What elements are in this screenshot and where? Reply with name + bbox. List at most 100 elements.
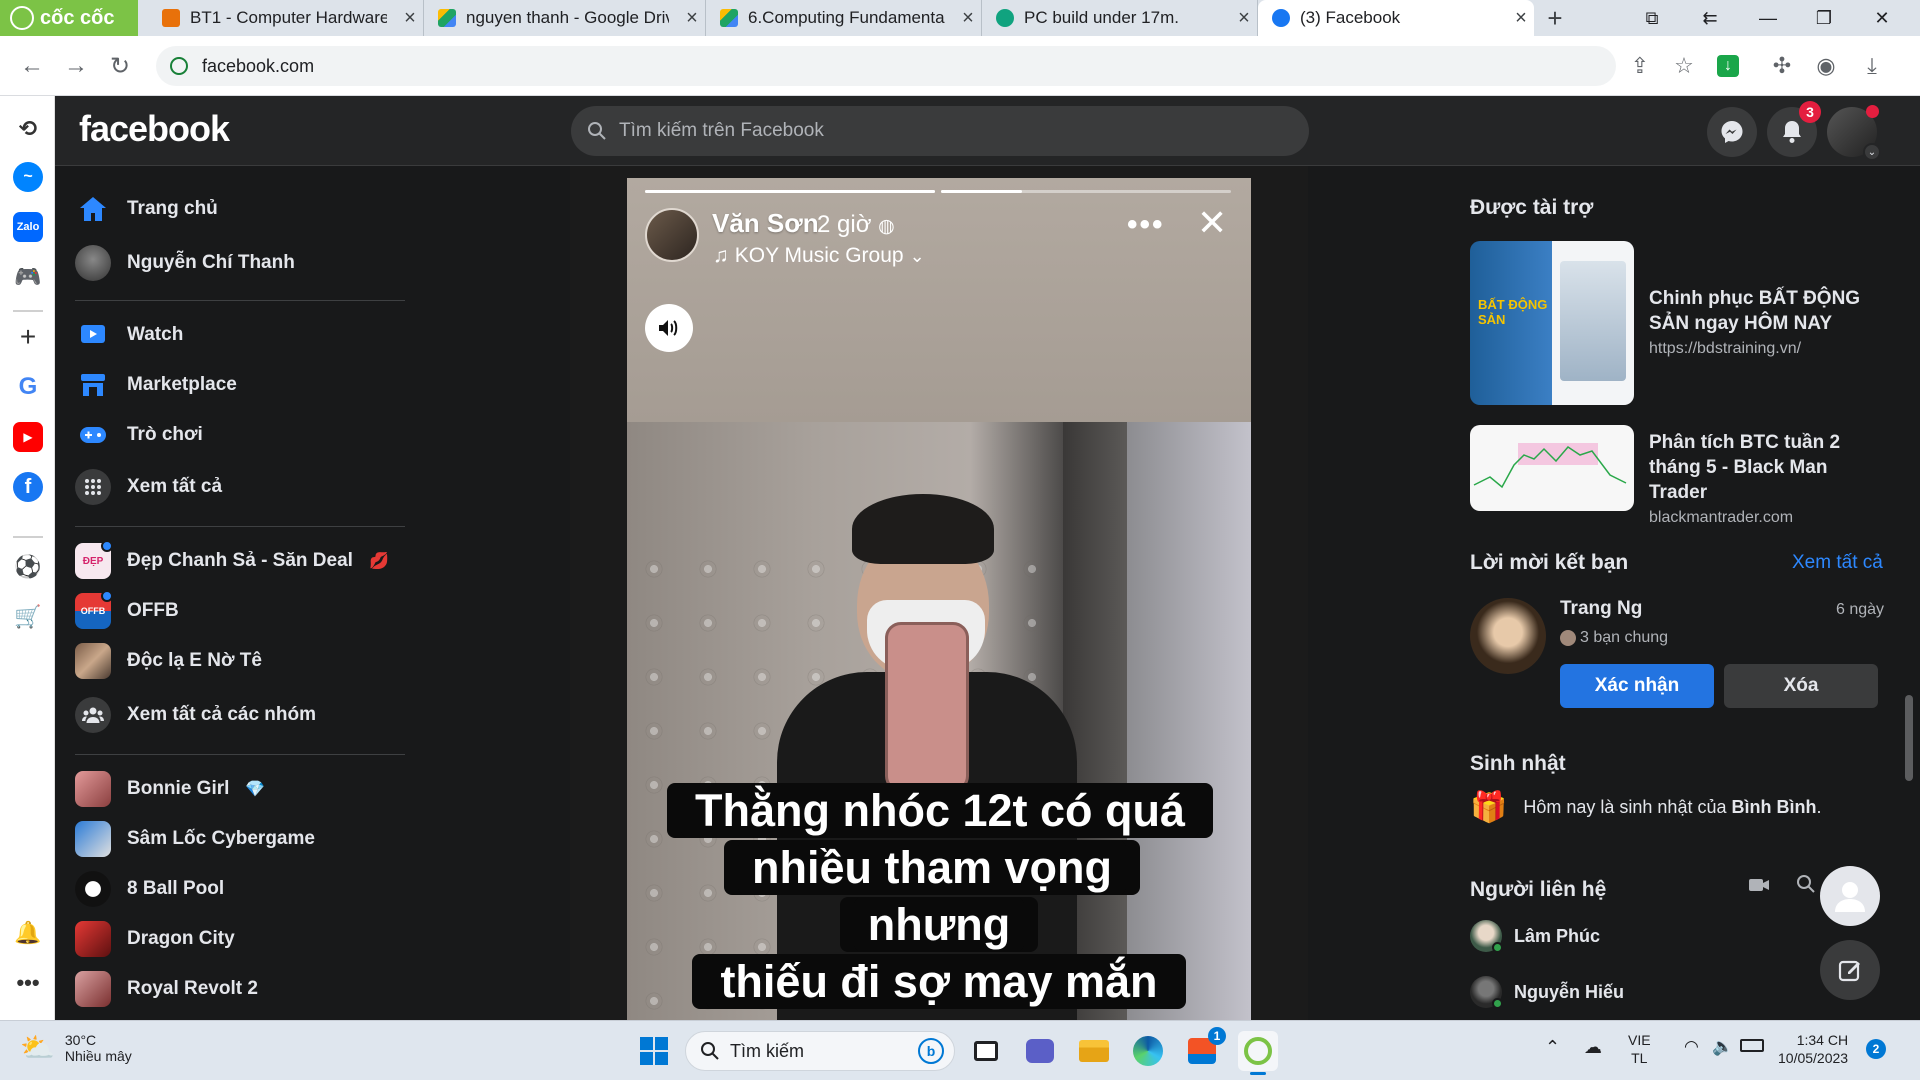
nav-item-group-doc-la[interactable]: Độc lạ E Nờ Tê — [75, 638, 405, 684]
battery-icon[interactable] — [1740, 1039, 1764, 1052]
scrollbar-thumb[interactable] — [1905, 695, 1913, 781]
taskbar-search[interactable]: Tìm kiếm b — [685, 1031, 955, 1071]
new-tab-button[interactable]: + — [1540, 0, 1570, 36]
add-shortcut-icon[interactable]: + — [13, 321, 43, 352]
download-green-icon[interactable]: ↓ — [1712, 50, 1744, 82]
messenger-button[interactable] — [1707, 107, 1757, 157]
browser-logo[interactable]: cốc cốc — [0, 0, 138, 36]
facebook-icon[interactable]: f — [13, 472, 43, 502]
facebook-logo[interactable]: facebook — [79, 108, 230, 150]
maximize-button[interactable]: ❐ — [1800, 0, 1848, 36]
contact-lam-phuc[interactable]: Lâm Phúc — [1470, 920, 1600, 953]
close-tab-icon[interactable]: × — [397, 7, 423, 30]
youtube-icon[interactable]: ▶ — [13, 422, 43, 452]
chat-head-avatar[interactable] — [1820, 866, 1880, 926]
back-to-tab-icon[interactable]: ⇇ — [1686, 0, 1734, 36]
ad-black-man-trader[interactable]: Phân tích BTC tuần 2 tháng 5 - Black Man… — [1470, 425, 1890, 526]
sound-button[interactable] — [645, 304, 693, 352]
facebook-search[interactable] — [571, 106, 1309, 156]
contacts-search-icon[interactable] — [1796, 874, 1816, 899]
microsoft-store-icon[interactable]: 1 — [1182, 1027, 1226, 1071]
nav-item-game-dragon-city[interactable]: Dragon City — [75, 916, 405, 962]
nav-item-game-bonnie-girl[interactable]: Bonnie Girl 💎 — [75, 766, 405, 812]
profile-icon[interactable]: ◉ — [1810, 50, 1842, 82]
history-icon[interactable]: ⟲ — [13, 114, 43, 144]
clock[interactable]: 1:34 CH 10/05/2023 — [1778, 1031, 1848, 1067]
language-indicator[interactable]: VIE TL — [1628, 1031, 1651, 1067]
new-message-button[interactable] — [1820, 940, 1880, 1000]
notifications-button[interactable]: 3 — [1767, 101, 1821, 157]
zalo-icon[interactable]: Zalo — [13, 212, 43, 242]
close-tab-icon[interactable]: × — [1508, 7, 1534, 30]
nav-item-group-offb[interactable]: OFFB OFFB — [75, 588, 405, 634]
story-author-name[interactable]: Văn Sơn — [712, 208, 819, 239]
url-field[interactable]: facebook.com — [156, 46, 1616, 86]
notification-center-badge[interactable]: 2 — [1866, 1039, 1886, 1059]
nav-item-profile[interactable]: Nguyễn Chí Thanh — [75, 240, 405, 286]
close-tab-icon[interactable]: × — [1231, 7, 1257, 30]
more-icon[interactable]: ••• — [13, 968, 43, 998]
file-explorer-icon[interactable] — [1074, 1031, 1114, 1071]
nav-item-home[interactable]: Trang chủ — [75, 186, 405, 232]
minimize-button[interactable]: — — [1744, 0, 1792, 36]
soccer-icon[interactable]: ⚽ — [13, 552, 43, 582]
more-options-icon[interactable]: ••• — [1127, 208, 1165, 242]
task-view-icon[interactable] — [966, 1031, 1006, 1071]
nav-item-game-sam-loc[interactable]: Sâm Lốc Cybergame — [75, 816, 405, 862]
search-input[interactable] — [619, 120, 1259, 142]
google-icon[interactable]: G — [13, 372, 43, 402]
tab-computing-fundamentals[interactable]: 6.Computing Fundamentals × — [706, 0, 982, 36]
nav-item-see-all-groups[interactable]: Xem tất cả các nhóm — [75, 692, 405, 738]
nav-item-watch[interactable]: Watch — [75, 312, 405, 358]
close-tab-icon[interactable]: × — [955, 7, 981, 30]
tab-pc-build[interactable]: PC build under 17m. × — [982, 0, 1258, 36]
reload-button[interactable]: ↻ — [104, 50, 136, 82]
edge-browser-icon[interactable] — [1128, 1031, 1168, 1071]
bookmark-star-icon[interactable]: ☆ — [1668, 50, 1700, 82]
nav-item-see-all[interactable]: Xem tất cả — [75, 464, 405, 510]
tab-facebook[interactable]: (3) Facebook × — [1258, 0, 1534, 36]
back-button[interactable]: ← — [16, 50, 48, 82]
game-controller-icon[interactable]: 🎮 — [13, 262, 43, 292]
ad-bds-training[interactable]: BẤT ĐỘNG SẢN Chinh phục BẤT ĐỘNG SẢN nga… — [1470, 241, 1890, 405]
wifi-icon[interactable]: ◠ — [1684, 1037, 1699, 1057]
nav-item-game-8-ball-pool[interactable]: 8 Ball Pool — [75, 866, 405, 912]
volume-icon[interactable]: 🔈 — [1712, 1037, 1733, 1057]
nav-item-game-royal-revolt[interactable]: Royal Revolt 2 — [75, 966, 405, 1012]
start-button[interactable] — [634, 1031, 674, 1071]
bell-icon[interactable]: 🔔 — [13, 918, 43, 948]
see-all-friend-requests-link[interactable]: Xem tất cả — [1792, 552, 1883, 574]
nav-item-gaming[interactable]: Trò chơi — [75, 412, 405, 458]
messenger-icon[interactable]: ~ — [13, 162, 43, 192]
nav-item-group-dep-chanh-sa[interactable]: ĐẸP Đẹp Chanh Sả - Săn Deal 💋 — [75, 538, 405, 584]
tab-google-drive[interactable]: nguyen thanh - Google Drive × — [424, 0, 706, 36]
birthday-row[interactable]: 🎁 Hôm nay là sinh nhật của Bình Bình. — [1470, 790, 1821, 825]
weather-widget[interactable]: ⛅ 30°C Nhiều mây — [20, 1031, 132, 1064]
account-avatar[interactable]: ⌄ — [1827, 105, 1881, 161]
show-hidden-icons-chevron-icon[interactable]: ⌃ — [1545, 1037, 1560, 1058]
contact-nguyen-hieu[interactable]: Nguyễn Hiếu — [1470, 976, 1624, 1009]
close-icon[interactable]: ✕ — [1197, 202, 1227, 244]
friend-request-avatar[interactable] — [1470, 598, 1546, 674]
coccoc-taskbar-icon[interactable] — [1238, 1031, 1278, 1075]
shopping-icon[interactable]: 🛒 — [13, 602, 43, 632]
teams-chat-icon[interactable] — [1020, 1031, 1060, 1071]
forward-button[interactable]: → — [60, 50, 92, 82]
video-call-icon[interactable] — [1748, 876, 1770, 899]
close-window-button[interactable]: ✕ — [1858, 0, 1906, 36]
tab-bt1[interactable]: BT1 - Computer Hardware × — [148, 0, 424, 36]
delete-friend-request-button[interactable]: Xóa — [1724, 664, 1878, 708]
friend-request-name[interactable]: Trang Ng — [1560, 598, 1642, 620]
tab-search-icon[interactable]: ⧉ — [1628, 0, 1676, 36]
extensions-icon[interactable]: ✣ — [1766, 50, 1798, 82]
confirm-friend-button[interactable]: Xác nhận — [1560, 664, 1714, 708]
onedrive-cloud-icon[interactable]: ☁ — [1584, 1037, 1602, 1058]
bing-icon[interactable]: b — [918, 1038, 944, 1064]
story-card[interactable]: Văn Sơn 2 giờ ◍ ♫ KOY Music Group ⌄ ••• … — [627, 178, 1251, 1020]
share-icon[interactable]: ⇪ — [1624, 50, 1656, 82]
story-music[interactable]: ♫ KOY Music Group ⌄ — [713, 244, 925, 268]
nav-item-marketplace[interactable]: Marketplace — [75, 362, 405, 408]
close-tab-icon[interactable]: × — [679, 7, 705, 30]
story-author-avatar[interactable] — [645, 208, 699, 262]
downloads-icon[interactable]: ⤓ — [1856, 50, 1888, 82]
